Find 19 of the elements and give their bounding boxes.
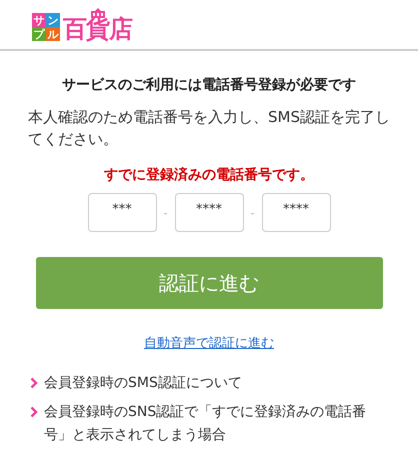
- phone-input-field[interactable]: ****: [174, 193, 244, 232]
- basket-icon: [90, 8, 106, 18]
- help-link[interactable]: 会員登録時のSMS認証について: [44, 372, 242, 395]
- phone-input-field[interactable]: ***: [88, 193, 156, 232]
- logo-tile: ル: [46, 27, 60, 41]
- separator-dash: -: [249, 206, 256, 220]
- logo-tile: サ: [32, 13, 46, 27]
- logo-name: 百貨店: [63, 17, 132, 41]
- separator-dash: -: [162, 206, 169, 220]
- logo-tile: ン: [46, 13, 60, 27]
- description: 本人確認のため電話番号を入力し、SMS認証を完了してください。: [28, 107, 391, 150]
- phone-input-field[interactable]: ****: [262, 193, 330, 232]
- error-message: すでに登録済みの電話番号です。: [103, 166, 315, 184]
- chevron-icon: [30, 377, 38, 389]
- logo-tile: プ: [32, 27, 46, 41]
- page-title: サービスのご利用には電話番号登録が必要です: [61, 76, 357, 94]
- help-link[interactable]: 会員登録時のSNS認証で「すでに登録済みの電話番号」と表示されてしまう場合: [44, 401, 388, 447]
- chevron-icon: [30, 406, 38, 418]
- voice-auth-link[interactable]: 自動音声で認証に進む: [144, 334, 274, 352]
